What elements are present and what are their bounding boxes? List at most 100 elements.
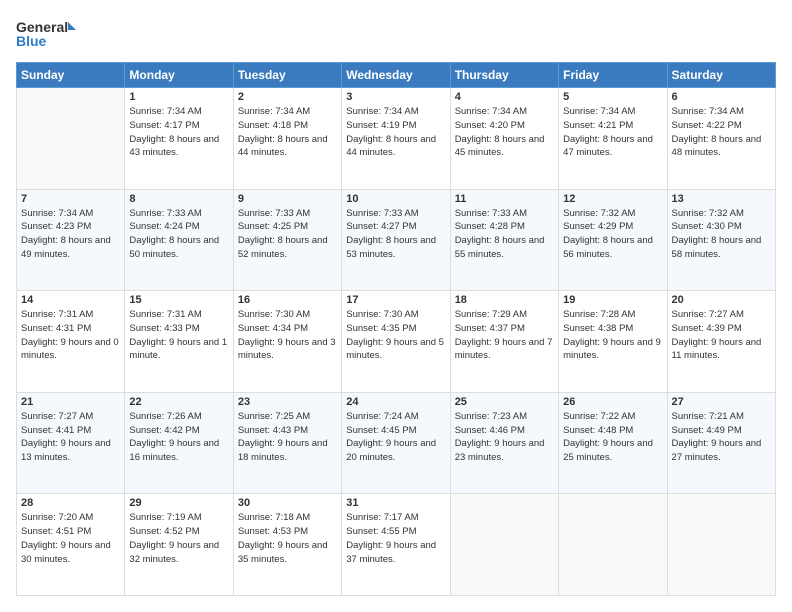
day-number: 8 bbox=[129, 193, 228, 205]
day-number: 27 bbox=[672, 396, 771, 408]
cell-content: 18 Sunrise: 7:29 AMSunset: 4:37 PMDayligh… bbox=[455, 294, 554, 363]
sun-info: Sunrise: 7:19 AMSunset: 4:52 PMDaylight:… bbox=[129, 511, 228, 566]
cell-content: 25 Sunrise: 7:23 AMSunset: 4:46 PMDayligh… bbox=[455, 396, 554, 465]
cell-content: 14 Sunrise: 7:31 AMSunset: 4:31 PMDayligh… bbox=[21, 294, 120, 363]
calendar-cell: 12Sunrise: 7:32 AMSunset: 4:29 PMDayligh… bbox=[559, 189, 667, 291]
calendar-cell: 30Sunrise: 7:18 AMSunset: 4:53 PMDayligh… bbox=[233, 494, 341, 596]
header-tuesday: Tuesday bbox=[233, 63, 341, 88]
calendar-cell: 22Sunrise: 7:26 AMSunset: 4:42 PMDayligh… bbox=[125, 392, 233, 494]
day-number: 22 bbox=[129, 396, 228, 408]
calendar-cell: 31Sunrise: 7:17 AMSunset: 4:55 PMDayligh… bbox=[342, 494, 450, 596]
cell-content: 28Sunrise: 7:20 AMSunset: 4:51 PMDayligh… bbox=[21, 497, 120, 566]
calendar-cell bbox=[667, 494, 775, 596]
calendar-cell bbox=[17, 88, 125, 190]
sun-info: Sunrise: 7:33 AMSunset: 4:24 PMDaylight:… bbox=[129, 207, 228, 262]
sun-info: Sunrise: 7:33 AMSunset: 4:28 PMDaylight:… bbox=[455, 207, 554, 262]
sun-info: Sunrise: 7:23 AMSunset: 4:46 PMDaylight:… bbox=[455, 410, 554, 465]
cell-content: 3Sunrise: 7:34 AMSunset: 4:19 PMDaylight… bbox=[346, 91, 445, 160]
calendar-cell: 26Sunrise: 7:22 AMSunset: 4:48 PMDayligh… bbox=[559, 392, 667, 494]
calendar-cell: 21Sunrise: 7:27 AMSunset: 4:41 PMDayligh… bbox=[17, 392, 125, 494]
cell-content: 13 Sunrise: 7:32 AMSunset: 4:30 PMDayligh… bbox=[672, 193, 771, 262]
sun-info: Sunrise: 7:31 AMSunset: 4:31 PMDaylight:… bbox=[21, 308, 120, 363]
calendar-cell: 9 Sunrise: 7:33 AMSunset: 4:25 PMDaylight… bbox=[233, 189, 341, 291]
calendar-cell: 16Sunrise: 7:30 AMSunset: 4:34 PMDayligh… bbox=[233, 291, 341, 393]
day-number: 20 bbox=[672, 294, 771, 306]
sun-info: Sunrise: 7:34 AMSunset: 4:17 PMDaylight:… bbox=[129, 105, 228, 160]
calendar-cell: 6 Sunrise: 7:34 AMSunset: 4:22 PMDaylight… bbox=[667, 88, 775, 190]
calendar-cell: 11 Sunrise: 7:33 AMSunset: 4:28 PMDayligh… bbox=[450, 189, 558, 291]
calendar-cell: 14 Sunrise: 7:31 AMSunset: 4:31 PMDayligh… bbox=[17, 291, 125, 393]
header-monday: Monday bbox=[125, 63, 233, 88]
header-thursday: Thursday bbox=[450, 63, 558, 88]
cell-content: 9 Sunrise: 7:33 AMSunset: 4:25 PMDaylight… bbox=[238, 193, 337, 262]
cell-content: 11 Sunrise: 7:33 AMSunset: 4:28 PMDayligh… bbox=[455, 193, 554, 262]
cell-content: 15Sunrise: 7:31 AMSunset: 4:33 PMDayligh… bbox=[129, 294, 228, 363]
header-friday: Friday bbox=[559, 63, 667, 88]
day-number: 30 bbox=[238, 497, 337, 509]
calendar-week-1: 7 Sunrise: 7:34 AMSunset: 4:23 PMDaylight… bbox=[17, 189, 776, 291]
cell-content: 7 Sunrise: 7:34 AMSunset: 4:23 PMDaylight… bbox=[21, 193, 120, 262]
calendar-table: SundayMondayTuesdayWednesdayThursdayFrid… bbox=[16, 62, 776, 596]
calendar-week-4: 28Sunrise: 7:20 AMSunset: 4:51 PMDayligh… bbox=[17, 494, 776, 596]
day-number: 25 bbox=[455, 396, 554, 408]
cell-content: 21Sunrise: 7:27 AMSunset: 4:41 PMDayligh… bbox=[21, 396, 120, 465]
sun-info: Sunrise: 7:20 AMSunset: 4:51 PMDaylight:… bbox=[21, 511, 120, 566]
calendar-cell: 10Sunrise: 7:33 AMSunset: 4:27 PMDayligh… bbox=[342, 189, 450, 291]
header-wednesday: Wednesday bbox=[342, 63, 450, 88]
calendar-cell bbox=[450, 494, 558, 596]
header: General Blue bbox=[16, 16, 776, 52]
calendar-cell: 19Sunrise: 7:28 AMSunset: 4:38 PMDayligh… bbox=[559, 291, 667, 393]
header-sunday: Sunday bbox=[17, 63, 125, 88]
calendar-cell: 27Sunrise: 7:21 AMSunset: 4:49 PMDayligh… bbox=[667, 392, 775, 494]
cell-content: 29Sunrise: 7:19 AMSunset: 4:52 PMDayligh… bbox=[129, 497, 228, 566]
calendar-week-0: 1Sunrise: 7:34 AMSunset: 4:17 PMDaylight… bbox=[17, 88, 776, 190]
logo: General Blue bbox=[16, 16, 76, 52]
day-number: 12 bbox=[563, 193, 662, 205]
sun-info: Sunrise: 7:33 AMSunset: 4:27 PMDaylight:… bbox=[346, 207, 445, 262]
day-number: 9 bbox=[238, 193, 337, 205]
cell-content: 27Sunrise: 7:21 AMSunset: 4:49 PMDayligh… bbox=[672, 396, 771, 465]
calendar-cell: 18 Sunrise: 7:29 AMSunset: 4:37 PMDayligh… bbox=[450, 291, 558, 393]
sun-info: Sunrise: 7:29 AMSunset: 4:37 PMDaylight:… bbox=[455, 308, 554, 363]
calendar-cell: 8 Sunrise: 7:33 AMSunset: 4:24 PMDaylight… bbox=[125, 189, 233, 291]
sun-info: Sunrise: 7:34 AMSunset: 4:23 PMDaylight:… bbox=[21, 207, 120, 262]
day-number: 14 bbox=[21, 294, 120, 306]
sun-info: Sunrise: 7:33 AMSunset: 4:25 PMDaylight:… bbox=[238, 207, 337, 262]
calendar-cell: 3Sunrise: 7:34 AMSunset: 4:19 PMDaylight… bbox=[342, 88, 450, 190]
day-number: 3 bbox=[346, 91, 445, 103]
cell-content: 10Sunrise: 7:33 AMSunset: 4:27 PMDayligh… bbox=[346, 193, 445, 262]
cell-content: 19Sunrise: 7:28 AMSunset: 4:38 PMDayligh… bbox=[563, 294, 662, 363]
day-number: 11 bbox=[455, 193, 554, 205]
day-number: 21 bbox=[21, 396, 120, 408]
cell-content: 6 Sunrise: 7:34 AMSunset: 4:22 PMDaylight… bbox=[672, 91, 771, 160]
calendar-header-row: SundayMondayTuesdayWednesdayThursdayFrid… bbox=[17, 63, 776, 88]
sun-info: Sunrise: 7:27 AMSunset: 4:39 PMDaylight:… bbox=[672, 308, 771, 363]
sun-info: Sunrise: 7:34 AMSunset: 4:22 PMDaylight:… bbox=[672, 105, 771, 160]
calendar-week-2: 14 Sunrise: 7:31 AMSunset: 4:31 PMDayligh… bbox=[17, 291, 776, 393]
day-number: 24 bbox=[346, 396, 445, 408]
calendar-week-3: 21Sunrise: 7:27 AMSunset: 4:41 PMDayligh… bbox=[17, 392, 776, 494]
sun-info: Sunrise: 7:32 AMSunset: 4:30 PMDaylight:… bbox=[672, 207, 771, 262]
cell-content: 2Sunrise: 7:34 AMSunset: 4:18 PMDaylight… bbox=[238, 91, 337, 160]
calendar-cell: 7 Sunrise: 7:34 AMSunset: 4:23 PMDaylight… bbox=[17, 189, 125, 291]
cell-content: 16Sunrise: 7:30 AMSunset: 4:34 PMDayligh… bbox=[238, 294, 337, 363]
sun-info: Sunrise: 7:24 AMSunset: 4:45 PMDaylight:… bbox=[346, 410, 445, 465]
day-number: 26 bbox=[563, 396, 662, 408]
calendar-cell: 5Sunrise: 7:34 AMSunset: 4:21 PMDaylight… bbox=[559, 88, 667, 190]
cell-content: 4Sunrise: 7:34 AMSunset: 4:20 PMDaylight… bbox=[455, 91, 554, 160]
day-number: 6 bbox=[672, 91, 771, 103]
calendar-cell: 24 Sunrise: 7:24 AMSunset: 4:45 PMDayligh… bbox=[342, 392, 450, 494]
sun-info: Sunrise: 7:28 AMSunset: 4:38 PMDaylight:… bbox=[563, 308, 662, 363]
calendar-cell: 4Sunrise: 7:34 AMSunset: 4:20 PMDaylight… bbox=[450, 88, 558, 190]
header-saturday: Saturday bbox=[667, 63, 775, 88]
day-number: 7 bbox=[21, 193, 120, 205]
calendar-cell: 23Sunrise: 7:25 AMSunset: 4:43 PMDayligh… bbox=[233, 392, 341, 494]
sun-info: Sunrise: 7:34 AMSunset: 4:20 PMDaylight:… bbox=[455, 105, 554, 160]
sun-info: Sunrise: 7:31 AMSunset: 4:33 PMDaylight:… bbox=[129, 308, 228, 363]
cell-content: 30Sunrise: 7:18 AMSunset: 4:53 PMDayligh… bbox=[238, 497, 337, 566]
day-number: 18 bbox=[455, 294, 554, 306]
day-number: 31 bbox=[346, 497, 445, 509]
day-number: 5 bbox=[563, 91, 662, 103]
day-number: 13 bbox=[672, 193, 771, 205]
sun-info: Sunrise: 7:30 AMSunset: 4:35 PMDaylight:… bbox=[346, 308, 445, 363]
